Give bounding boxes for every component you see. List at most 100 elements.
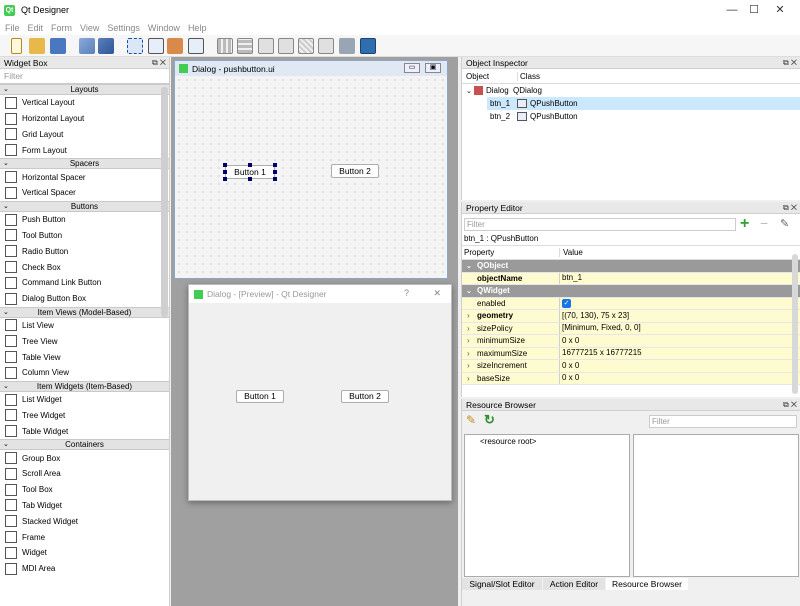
property-row[interactable]: › geometry [(70, 130), 75 x 23] [462, 310, 800, 323]
chevron-right-icon[interactable]: › [467, 374, 470, 383]
category-header[interactable]: ⌄ Item Views (Model-Based) [0, 306, 169, 318]
widget-box-item[interactable]: Command Link Button [0, 275, 169, 291]
widget-box-item[interactable]: Column View [0, 365, 169, 381]
chevron-right-icon[interactable]: › [467, 311, 470, 320]
widget-box-item[interactable]: Push Button [0, 212, 169, 228]
tab-action-editor[interactable]: Action Editor [543, 578, 605, 590]
layout-grid-icon[interactable] [298, 38, 314, 54]
form-canvas[interactable]: Button 1 Button 2 [175, 76, 447, 278]
widget-box-item[interactable]: Vertical Spacer [0, 185, 169, 201]
menu-window[interactable]: Window [148, 23, 180, 33]
form-window-titlebar[interactable]: Dialog - pushbutton.ui ▭ ▣ [175, 61, 447, 76]
property-value[interactable]: 0 x 0 [560, 372, 579, 384]
tab-resource-browser[interactable]: Resource Browser [606, 578, 688, 590]
widget-box-item[interactable]: Tree View [0, 333, 169, 349]
add-dynamic-property-icon[interactable]: + [740, 215, 749, 233]
widget-box-item[interactable]: Horizontal Layout [0, 111, 169, 127]
widget-box-item[interactable]: Grid Layout [0, 127, 169, 143]
chevron-down-icon[interactable]: ⌄ [3, 85, 9, 95]
tree-row-dialog[interactable]: ⌄ Dialog QDialog [462, 84, 800, 97]
preview-titlebar[interactable]: Dialog - [Preview] - Qt Designer ? ✕ [189, 285, 451, 303]
property-filter-input[interactable]: Filter [464, 218, 736, 231]
category-header[interactable]: ⌄ Spacers [0, 158, 169, 170]
dock-float-close-icon[interactable]: ⧉ ✕ [783, 57, 797, 69]
property-row[interactable]: › maximumSize 16777215 x 16777215 [462, 347, 800, 360]
reload-icon[interactable]: ↻ [484, 412, 495, 428]
chevron-down-icon[interactable]: ⌄ [3, 382, 9, 392]
tree-row-btn1[interactable]: btn_1 QPushButton [487, 97, 800, 110]
property-value[interactable]: 0 x 0 [560, 360, 579, 372]
widget-box-item[interactable]: Check Box [0, 259, 169, 275]
open-form-icon[interactable] [29, 38, 45, 54]
widget-box-item[interactable]: Table View [0, 349, 169, 365]
selection-handle[interactable] [273, 163, 277, 167]
bring-to-front-icon[interactable] [98, 38, 114, 54]
widget-box-scrollbar[interactable] [161, 87, 168, 317]
tree-row-btn2[interactable]: btn_2 QPushButton [487, 110, 800, 123]
menu-edit[interactable]: Edit [28, 23, 44, 33]
resource-tree[interactable]: <resource root> [464, 434, 630, 577]
property-value[interactable]: 16777215 x 16777215 [560, 347, 642, 359]
dock-float-close-icon[interactable]: ⧉ ✕ [783, 202, 797, 214]
widget-box-item[interactable]: Group Box [0, 450, 169, 466]
widget-box-item[interactable]: Widget [0, 545, 169, 561]
property-value[interactable]: ✓ [560, 297, 571, 309]
preview-close-button[interactable]: ✕ [433, 288, 441, 299]
property-value[interactable]: btn_1 [560, 272, 582, 284]
widget-box-item[interactable]: Frame [0, 529, 169, 545]
widget-box-item[interactable]: Scroll Area [0, 466, 169, 482]
new-form-icon[interactable] [11, 38, 22, 54]
menu-form[interactable]: Form [51, 23, 72, 33]
category-header[interactable]: ⌄ Item Widgets (Item-Based) [0, 380, 169, 392]
dock-float-close-icon[interactable]: ⧉ ✕ [152, 57, 166, 69]
category-header[interactable]: ⌄ Containers [0, 439, 169, 451]
property-row[interactable]: enabled ✓ [462, 297, 800, 310]
property-value[interactable]: 0 x 0 [560, 335, 579, 347]
preview-window[interactable]: Dialog - [Preview] - Qt Designer ? ✕ But… [188, 284, 452, 501]
edit-buddies-icon[interactable] [167, 38, 183, 54]
chevron-right-icon[interactable]: › [467, 349, 470, 358]
chevron-down-icon[interactable]: ⌄ [3, 308, 9, 318]
col-value[interactable]: Value [560, 248, 583, 257]
chevron-down-icon[interactable]: ⌄ [3, 440, 9, 450]
selection-handle[interactable] [223, 163, 227, 167]
chevron-right-icon[interactable]: › [467, 324, 470, 333]
col-property[interactable]: Property [462, 248, 560, 257]
chevron-right-icon[interactable]: › [467, 361, 470, 370]
widget-box-item[interactable]: Form Layout [0, 142, 169, 158]
widget-box-item[interactable]: List Widget [0, 392, 169, 408]
property-value[interactable]: [Minimum, Fixed, 0, 0] [560, 322, 641, 334]
resource-root-item[interactable]: <resource root> [480, 437, 536, 446]
layout-horizontal-splitter-icon[interactable] [258, 38, 274, 54]
form-window[interactable]: Dialog - pushbutton.ui ▭ ▣ Button 1 Butt… [174, 60, 448, 279]
property-scrollbar[interactable] [792, 254, 798, 394]
remove-property-icon[interactable]: − [760, 215, 768, 231]
preview-button-2[interactable]: Button 2 [341, 390, 389, 403]
widget-box-item[interactable]: Tool Box [0, 482, 169, 498]
menu-help[interactable]: Help [188, 23, 207, 33]
selection-handle[interactable] [273, 170, 277, 174]
category-header[interactable]: ⌄ Layouts [0, 84, 169, 95]
menu-settings[interactable]: Settings [107, 23, 140, 33]
widget-box-item[interactable]: Tool Button [0, 228, 169, 244]
widget-box-item[interactable]: Dialog Button Box [0, 291, 169, 307]
widget-box-item[interactable]: List View [0, 318, 169, 334]
property-value[interactable]: [(70, 130), 75 x 23] [560, 310, 629, 322]
widget-box-item[interactable]: Tab Widget [0, 498, 169, 514]
property-row[interactable]: › sizeIncrement 0 x 0 [462, 360, 800, 373]
col-object[interactable]: Object [462, 71, 518, 81]
property-group-qobject[interactable]: ⌄ QObject [462, 260, 800, 273]
selection-handle[interactable] [248, 163, 252, 167]
configure-wrench-icon[interactable]: ✎ [780, 217, 789, 230]
dock-float-close-icon[interactable]: ⧉ ✕ [783, 399, 797, 411]
preview-button-1[interactable]: Button 1 [236, 390, 284, 403]
send-to-back-icon[interactable] [79, 38, 95, 54]
edit-widgets-icon[interactable] [127, 38, 143, 54]
chevron-down-icon[interactable]: ⌄ [466, 87, 474, 95]
property-row-objectname[interactable]: objectName btn_1 [462, 272, 800, 285]
property-row[interactable]: › sizePolicy [Minimum, Fixed, 0, 0] [462, 322, 800, 335]
layout-vertical-icon[interactable] [237, 38, 253, 54]
menu-view[interactable]: View [80, 23, 99, 33]
form-button-2[interactable]: Button 2 [331, 164, 379, 178]
widget-box-item[interactable]: Radio Button [0, 243, 169, 259]
